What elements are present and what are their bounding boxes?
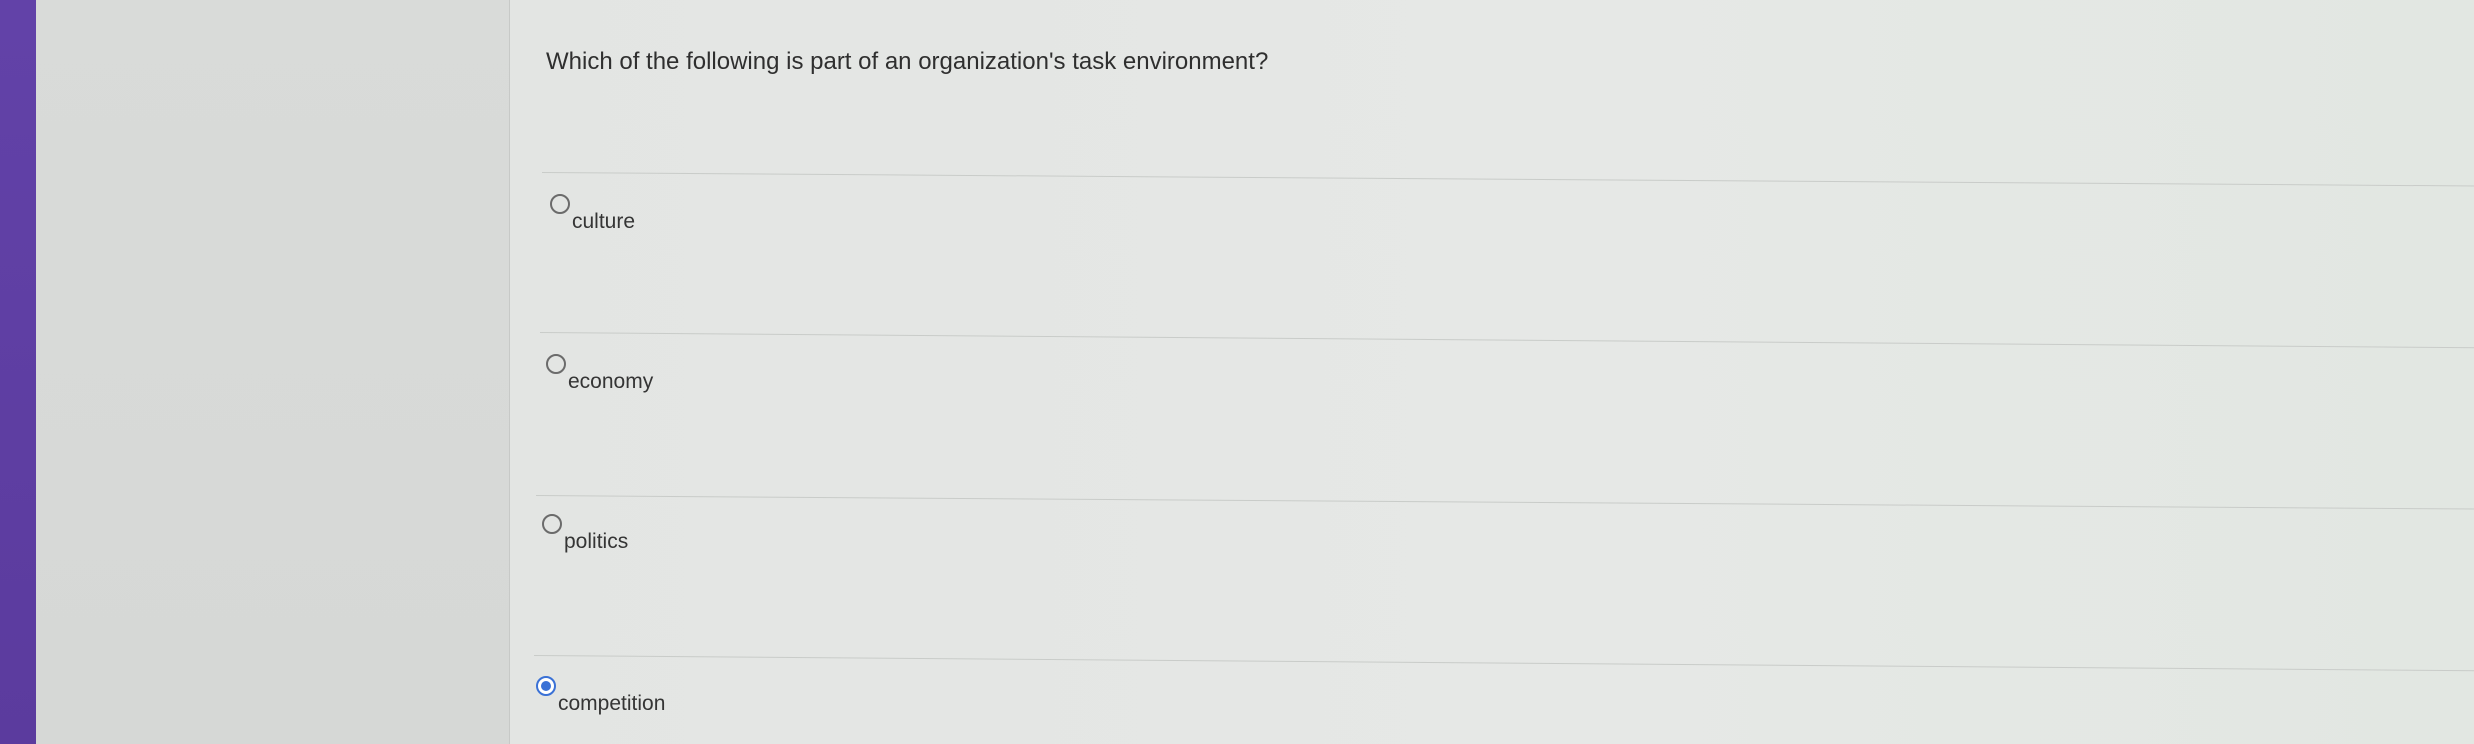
option-competition[interactable]: competition	[536, 676, 736, 726]
question-text: Which of the following is part of an org…	[546, 48, 1269, 75]
app-sidebar-accent	[0, 0, 36, 744]
option-divider	[533, 655, 2474, 672]
option-divider	[541, 172, 2474, 187]
option-politics[interactable]: politics	[542, 514, 702, 564]
radio-button[interactable]	[550, 194, 570, 214]
option-label: culture	[572, 210, 636, 233]
left-panel	[36, 0, 510, 744]
radio-button[interactable]	[546, 354, 566, 374]
option-label: competition	[558, 692, 666, 715]
option-divider	[539, 332, 2474, 349]
radio-button[interactable]	[542, 514, 562, 534]
option-label: economy	[568, 370, 654, 393]
option-economy[interactable]: economy	[546, 354, 716, 404]
option-label: politics	[564, 530, 629, 553]
radio-button-selected[interactable]	[536, 676, 556, 696]
question-panel: Which of the following is part of an org…	[510, 0, 2474, 744]
option-divider	[535, 495, 2474, 510]
option-culture[interactable]: culture	[550, 194, 710, 244]
